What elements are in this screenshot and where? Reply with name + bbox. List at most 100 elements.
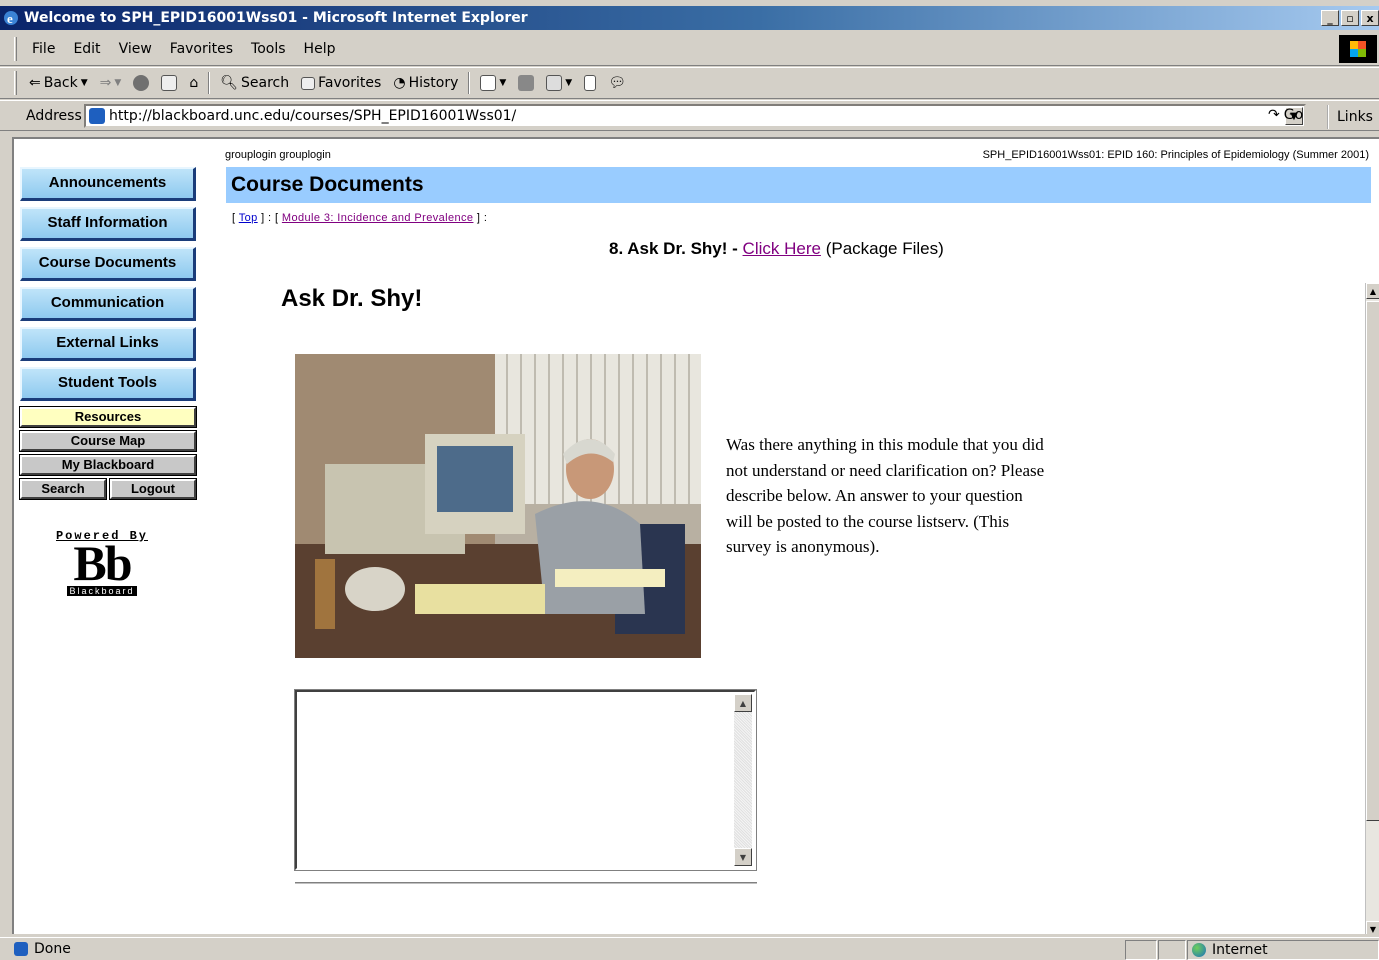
user-name: grouplogin grouplogin [225,149,331,161]
logout-button[interactable]: Logout [109,478,197,500]
chevron-down-icon[interactable]: ▼ [81,78,88,88]
print-button[interactable] [512,75,540,91]
toolbar-grip[interactable] [14,71,17,95]
messenger-icon: 💬︎ [608,75,626,91]
nav-student-tools[interactable]: Student Tools [20,367,196,401]
ie-logo-icon: e [4,11,18,26]
bb-logo: Bb [73,535,132,591]
menu-favorites[interactable]: Favorites [161,41,242,57]
click-here-link[interactable]: Click Here [743,239,821,258]
address-bar: Address http://blackboard.unc.edu/course… [0,100,1379,131]
dr-shy-photo [295,354,701,658]
course-name: SPH_EPID16001Wss01: EPID 160: Principles… [982,149,1369,161]
crumb-bracket-close: ] : [476,212,488,224]
close-button[interactable]: x [1361,10,1379,26]
powered-by-blackboard-logo[interactable]: Powered By Bb Blackboard [52,529,152,598]
resources-button[interactable]: Resources [19,406,197,428]
crumb-separator: ] : [ [261,212,279,224]
nav-external-links[interactable]: External Links [20,327,196,361]
window-title: Welcome to SPH_EPID16001Wss01 - Microsof… [24,10,528,26]
browser-window: e Welcome to SPH_EPID16001Wss01 - Micros… [0,0,1379,960]
menu-edit[interactable]: Edit [64,41,109,57]
status-text: Done [34,940,71,957]
messenger-button[interactable]: 💬︎ [602,75,632,91]
stop-icon [133,75,150,91]
page-title: Course Documents [226,167,1371,203]
links-button[interactable]: Links [1327,105,1373,129]
go-arrow-icon: ↷ [1268,107,1280,123]
scroll-down-icon[interactable]: ▼ [1366,921,1379,934]
scroll-down-icon[interactable]: ▼ [734,848,752,866]
restore-button[interactable]: ▫ [1341,10,1359,26]
search-button[interactable]: 🔍︎ Search [214,75,295,91]
refresh-icon [161,75,178,91]
nav-course-documents[interactable]: Course Documents [20,247,196,281]
refresh-button[interactable] [155,75,183,91]
favorites-button[interactable]: Favorites [295,75,387,91]
forward-button[interactable]: ⇒ ▼ [94,75,128,91]
my-blackboard-button[interactable]: My Blackboard [19,454,197,476]
minimize-button[interactable]: _ [1321,10,1339,26]
zone-label: Internet [1212,942,1268,958]
edit-button[interactable]: ▼ [540,75,578,91]
security-zone: Internet [1187,940,1379,960]
menu-grip[interactable] [14,36,17,61]
edit-icon [546,75,563,91]
scroll-up-icon[interactable]: ▲ [734,694,752,712]
nav-communication[interactable]: Communication [20,287,196,321]
address-url: http://blackboard.unc.edu/courses/SPH_EP… [109,108,517,124]
title-bar: e Welcome to SPH_EPID16001Wss01 - Micros… [0,6,1379,30]
crumb-top-link[interactable]: Top [239,212,258,224]
status-pane [1158,940,1186,960]
item-title-text: 8. Ask Dr. Shy! - [609,239,738,258]
stop-button[interactable] [127,75,155,91]
discuss-icon [584,75,597,91]
status-pane [1125,940,1157,960]
address-input[interactable]: http://blackboard.unc.edu/courses/SPH_EP… [84,104,1306,128]
search-label: Search [240,75,290,91]
menu-file[interactable]: File [23,41,64,57]
links-label: Links [1337,109,1373,125]
forward-arrow-icon: ⇒ [99,75,112,91]
package-files-text: (Package Files) [825,239,944,258]
content-heading: Ask Dr. Shy! [281,285,423,312]
back-label: Back [43,75,78,91]
go-button[interactable]: ↷ Go [1268,107,1303,123]
course-map-button[interactable]: Course Map [19,430,197,452]
status-bar: Done Internet [0,937,1379,960]
crumb-module-link[interactable]: Module 3: Incidence and Prevalence [282,212,474,224]
favorites-label: Favorites [318,75,382,91]
menu-view[interactable]: View [110,41,161,57]
breadcrumb: [ Top ] : [ Module 3: Incidence and Prev… [232,212,487,224]
search-button-nav[interactable]: Search [19,478,107,500]
discuss-button[interactable] [578,75,602,91]
scrollbar-thumb[interactable] [1366,301,1379,821]
survey-description: Was there anything in this module that y… [726,435,1045,556]
textarea-scrollbar[interactable]: ▲ ▼ [734,694,752,866]
mail-button[interactable]: ▼ [474,75,512,91]
standard-toolbar: ⇐ Back ▼ ⇒ ▼ ⌂ 🔍︎ Search Favorites ◔ His… [0,67,1379,99]
back-button[interactable]: ⇐ Back ▼ [23,75,94,91]
scroll-up-icon[interactable]: ▲ [1366,283,1379,299]
question-textarea[interactable]: ▲ ▼ [294,689,757,871]
chevron-down-icon[interactable]: ▼ [114,78,121,88]
menu-tools[interactable]: Tools [242,41,295,57]
search-icon: 🔍︎ [220,75,238,91]
item-title: 8. Ask Dr. Shy! - Click Here (Package Fi… [609,239,944,259]
home-button[interactable]: ⌂ [183,75,204,91]
history-label: History [408,75,459,91]
page-icon [89,108,105,124]
menu-help[interactable]: Help [295,41,345,57]
mail-icon [480,75,497,91]
page-done-icon [14,941,28,956]
divider [295,882,757,885]
history-button[interactable]: ◔ History [387,75,464,91]
favorites-icon [301,76,316,90]
page-scrollbar[interactable]: ▲ ▼ [1365,283,1379,934]
blackboard-wordmark: Blackboard [67,586,137,596]
nav-staff-information[interactable]: Staff Information [20,207,196,241]
svg-text:e: e [7,11,13,26]
back-arrow-icon: ⇐ [29,75,41,91]
page-viewport: Announcements Staff Information Course D… [12,137,1379,934]
nav-announcements[interactable]: Announcements [20,167,196,201]
